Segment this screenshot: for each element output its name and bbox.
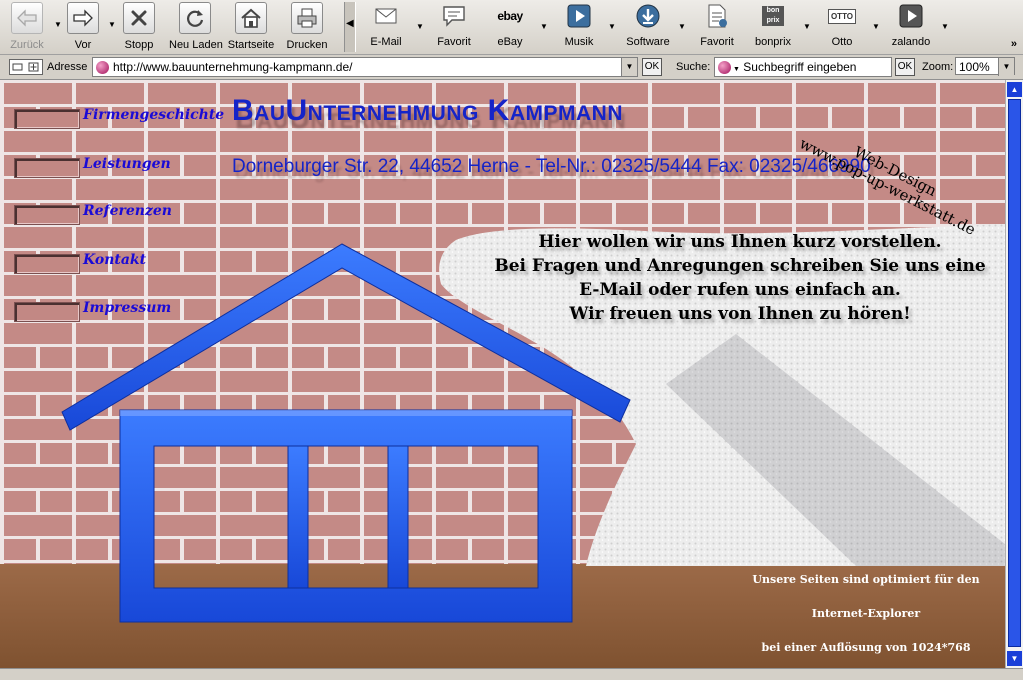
- search-go-button[interactable]: OK: [895, 58, 915, 76]
- home-button-label: Startseite: [227, 39, 275, 51]
- play-icon: [545, 4, 613, 28]
- favorite-ebay-button[interactable]: ebay eBay: [476, 4, 544, 52]
- envelope-icon: [352, 4, 420, 28]
- scroll-down-arrow-icon[interactable]: ▼: [1007, 651, 1022, 666]
- url-go-button[interactable]: OK: [642, 58, 662, 76]
- status-bar: [0, 668, 1023, 680]
- bonprix-logo-icon: bon prix: [739, 4, 807, 28]
- home-icon: [235, 2, 267, 34]
- favorite-bonprix-button[interactable]: bon prix bonprix: [739, 4, 807, 52]
- vertical-scrollbar[interactable]: ▲ ▼: [1005, 80, 1023, 668]
- forward-arrow-icon: [67, 2, 99, 34]
- address-label: Adresse: [47, 61, 88, 73]
- intro-line: Wir freuen uns von Ihnen zu hören!: [569, 304, 911, 324]
- search-label: Suche:: [676, 61, 711, 73]
- print-button[interactable]: Drucken: [281, 2, 333, 52]
- stop-button[interactable]: Stopp: [113, 2, 165, 52]
- favorite-ebay-label: eBay: [497, 36, 523, 48]
- address-bar-grip-icon[interactable]: [9, 59, 43, 75]
- favorite-software-button[interactable]: Software: [614, 4, 682, 52]
- address-bar: Adresse http://www.bauunternehmung-kampm…: [0, 55, 1023, 80]
- play-icon: [877, 4, 945, 28]
- menu-link-firmengeschichte[interactable]: Firmengeschichte: [83, 107, 224, 123]
- scroll-up-arrow-icon[interactable]: ▲: [1007, 82, 1022, 97]
- menu-plate: [14, 109, 80, 129]
- favorite-zalando-label: zalando: [891, 36, 931, 48]
- zoom-dropdown-icon[interactable]: ▼: [998, 58, 1014, 76]
- favorite-music-label: Musik: [564, 36, 594, 48]
- site-title: BauUnternehmung Kampmann: [232, 94, 623, 127]
- search-placeholder: Suchbegriff eingeben: [743, 60, 857, 74]
- reload-button-label: Neu Laden: [169, 39, 223, 51]
- browser-toolbar: Zurück ▼ Vor ▼ Stopp Neu Laden Startseit…: [0, 0, 1023, 55]
- stop-icon: [123, 2, 155, 34]
- print-button-label: Drucken: [286, 39, 328, 51]
- intro-line: Hier wollen wir uns Ihnen kurz vorstelle…: [538, 232, 942, 252]
- favorite-email-button[interactable]: E-Mail: [352, 4, 420, 52]
- zalando-dropdown-icon[interactable]: ▼: [941, 22, 949, 31]
- favorite-bonprix-label: bonprix: [754, 36, 792, 48]
- printer-icon: [291, 2, 323, 34]
- favorite-email-label: E-Mail: [370, 36, 402, 48]
- favorite-zalando-button[interactable]: zalando: [877, 4, 945, 52]
- back-arrow-icon: [11, 2, 43, 34]
- back-button[interactable]: Zurück: [1, 2, 53, 52]
- reload-button[interactable]: Neu Laden: [169, 2, 223, 52]
- forward-button[interactable]: Vor: [57, 2, 109, 52]
- reload-icon: [179, 2, 211, 34]
- forward-button-label: Vor: [74, 39, 92, 51]
- scrollbar-thumb[interactable]: [1008, 99, 1021, 647]
- favorite-software-label: Software: [626, 36, 670, 48]
- footer-note-line: Internet-Explorer: [811, 607, 921, 620]
- url-dropdown-icon[interactable]: ▼: [621, 58, 637, 76]
- zoom-value: 100%: [959, 60, 990, 74]
- home-button[interactable]: Startseite: [225, 2, 277, 52]
- intro-text: Hier wollen wir uns Ihnen kurz vorstelle…: [492, 230, 988, 326]
- footer-note-line: bei einer Auflösung von 1024*768: [761, 641, 971, 654]
- zoom-label: Zoom:: [922, 61, 954, 73]
- intro-line: E-Mail oder rufen uns einfach an.: [579, 280, 901, 300]
- favorite-otto-label: Otto: [831, 36, 853, 48]
- ebay-logo-icon: ebay: [497, 9, 523, 23]
- url-text: http://www.bauunternehmung-kampmann.de/: [113, 60, 353, 74]
- zoom-select[interactable]: 100% ▼: [955, 57, 1015, 76]
- favorite-otto-button[interactable]: OTTO Otto: [808, 4, 876, 52]
- otto-logo-icon: OTTO: [808, 4, 876, 28]
- search-engine-icon[interactable]: [718, 61, 731, 75]
- company-address: Dorneburger Str. 22, 44652 Herne - Tel-N…: [232, 156, 871, 177]
- download-icon: [614, 4, 682, 28]
- site-globe-icon: [96, 61, 109, 75]
- intro-line: Bei Fragen und Anregungen schreiben Sie …: [494, 256, 986, 276]
- favorite-music-button[interactable]: Musik: [545, 4, 613, 52]
- url-input[interactable]: http://www.bauunternehmung-kampmann.de/ …: [92, 57, 638, 77]
- footer-note-line: Unsere Seiten sind optimiert für den: [752, 573, 980, 586]
- back-button-label: Zurück: [10, 39, 44, 51]
- more-favorites-chevron-icon[interactable]: »: [1011, 38, 1017, 50]
- menu-plate: [14, 205, 80, 225]
- menu-link-leistungen[interactable]: Leistungen: [83, 156, 171, 172]
- web-page: Firmengeschichte Leistungen Referenzen K…: [0, 80, 1005, 668]
- stop-button-label: Stopp: [124, 39, 154, 51]
- search-engine-dropdown-icon[interactable]: ▼: [733, 66, 740, 73]
- menu-plate: [14, 158, 80, 178]
- menu-link-referenzen[interactable]: Referenzen: [83, 203, 172, 219]
- search-input[interactable]: ▼ Suchbegriff eingeben: [714, 57, 892, 77]
